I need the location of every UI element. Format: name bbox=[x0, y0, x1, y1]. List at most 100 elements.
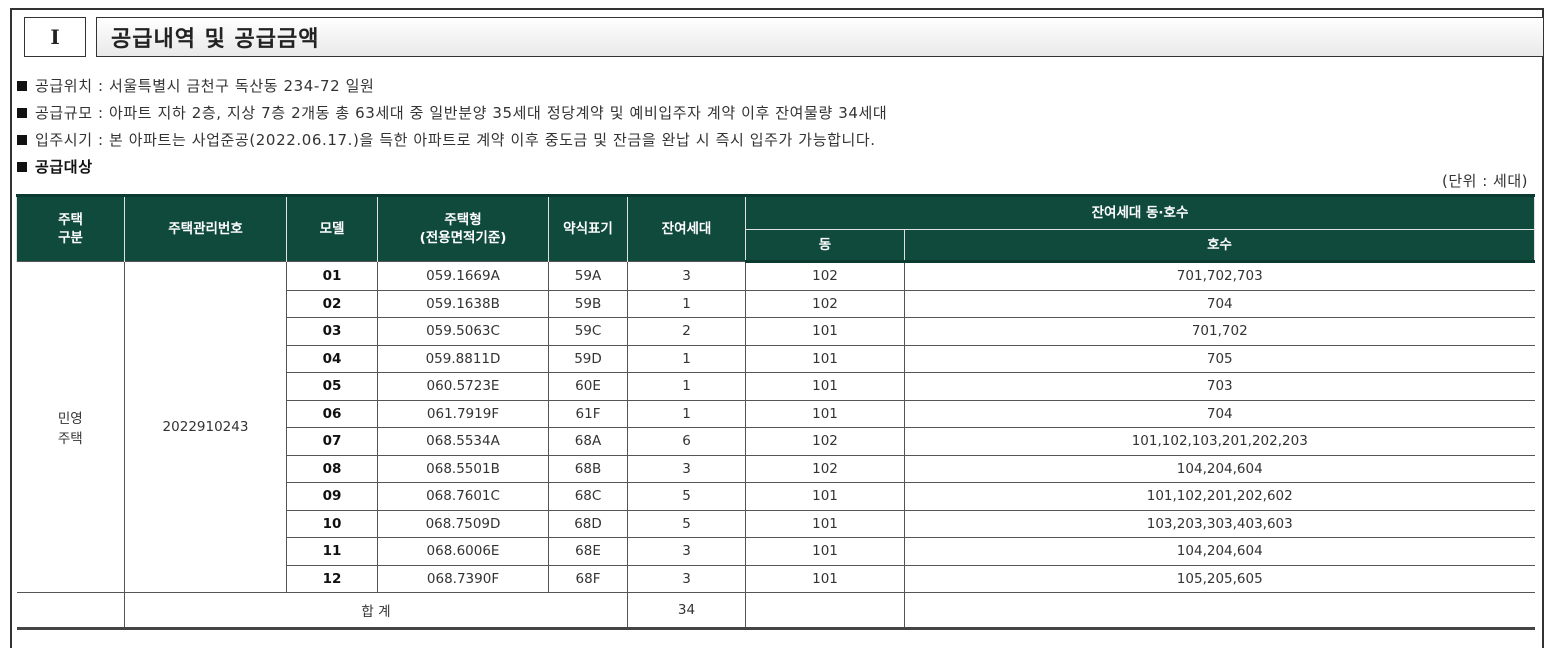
dong-cell: 102 bbox=[745, 427, 905, 456]
supply-table: 주택 구분 주택관리번호 모델 주택형 (전용면적기준) 약식표기 잔여세대 잔여세… bbox=[16, 194, 1535, 630]
abbr-cell: 59B bbox=[548, 289, 628, 318]
ho-cell: 701,702,703 bbox=[904, 261, 1535, 291]
ho-cell: 101,102,103,201,202,203 bbox=[904, 427, 1535, 456]
model-cell: 06 bbox=[286, 399, 378, 428]
total-value-cell: 34 bbox=[627, 592, 746, 630]
mgmt-no-cell: 2022910243 bbox=[124, 261, 287, 593]
section-header: I 공급내역 및 공급금액 bbox=[24, 17, 1544, 57]
header-house-type: 주택형 (전용면적기준) bbox=[377, 194, 549, 262]
section-title: 공급내역 및 공급금액 bbox=[96, 17, 1544, 57]
header-dong: 동 bbox=[745, 229, 905, 263]
dong-cell: 101 bbox=[745, 399, 905, 428]
house-type-cell: 068.7601C bbox=[377, 482, 549, 511]
remaining-cell: 3 bbox=[627, 564, 746, 593]
total-row: 합 계 34 bbox=[16, 592, 1535, 630]
header-model: 모델 bbox=[286, 194, 378, 262]
dong-cell: 102 bbox=[745, 454, 905, 483]
total-label-cell: 합 계 bbox=[124, 592, 628, 630]
remaining-cell: 1 bbox=[627, 344, 746, 373]
abbr-cell: 59D bbox=[548, 344, 628, 373]
dong-cell: 102 bbox=[745, 261, 905, 291]
house-type-cell: 068.5534A bbox=[377, 427, 549, 456]
abbr-cell: 68E bbox=[548, 537, 628, 566]
model-cell: 03 bbox=[286, 317, 378, 346]
house-type-cell: 059.5063C bbox=[377, 317, 549, 346]
dong-cell: 101 bbox=[745, 344, 905, 373]
dong-cell: 102 bbox=[745, 289, 905, 318]
header-remaining: 잔여세대 bbox=[627, 194, 746, 262]
remaining-cell: 1 bbox=[627, 289, 746, 318]
house-type-cell: 061.7919F bbox=[377, 399, 549, 428]
ho-cell: 704 bbox=[904, 289, 1535, 318]
header-mgmt-no: 주택관리번호 bbox=[124, 194, 287, 262]
house-type-cell: 059.1638B bbox=[377, 289, 549, 318]
header-remaining-units: 잔여세대 동·호수 bbox=[745, 194, 1535, 230]
square-bullet-icon bbox=[17, 134, 27, 145]
bullet-move-in: 입주시기 : 본 아파트는 사업준공(2022.06.17.)을 득한 아파트로… bbox=[17, 126, 887, 153]
remaining-cell: 6 bbox=[627, 427, 746, 456]
model-cell: 07 bbox=[286, 427, 378, 456]
abbr-cell: 59C bbox=[548, 317, 628, 346]
ho-cell: 104,204,604 bbox=[904, 454, 1535, 483]
abbr-cell: 68F bbox=[548, 564, 628, 593]
house-type-cell: 059.1669A bbox=[377, 261, 549, 291]
model-cell: 09 bbox=[286, 482, 378, 511]
abbr-cell: 68C bbox=[548, 482, 628, 511]
bullet-subheading: 공급대상 bbox=[17, 153, 887, 180]
dong-cell: 101 bbox=[745, 564, 905, 593]
ho-cell: 101,102,201,202,602 bbox=[904, 482, 1535, 511]
header-housing-category: 주택 구분 bbox=[16, 194, 125, 262]
ho-cell: 705 bbox=[904, 344, 1535, 373]
dong-cell: 101 bbox=[745, 537, 905, 566]
unit-label: (단위 : 세대) bbox=[1442, 172, 1528, 190]
total-dong-cell bbox=[745, 592, 905, 630]
house-type-cell: 060.5723E bbox=[377, 372, 549, 401]
model-cell: 10 bbox=[286, 509, 378, 538]
model-cell: 11 bbox=[286, 537, 378, 566]
section-number: I bbox=[24, 17, 86, 57]
model-cell: 04 bbox=[286, 344, 378, 373]
header-abbr: 약식표기 bbox=[548, 194, 628, 262]
info-bullets: 공급위치 : 서울특별시 금천구 독산동 234-72 일원 공급규모 : 아파… bbox=[17, 72, 887, 180]
remaining-cell: 3 bbox=[627, 537, 746, 566]
bullet-scale: 공급규모 : 아파트 지하 2층, 지상 7층 2개동 총 63세대 중 일반분… bbox=[17, 99, 887, 126]
ho-cell: 701,702 bbox=[904, 317, 1535, 346]
house-type-cell: 068.5501B bbox=[377, 454, 549, 483]
total-ho-cell bbox=[904, 592, 1535, 630]
model-cell: 05 bbox=[286, 372, 378, 401]
ho-cell: 103,203,303,403,603 bbox=[904, 509, 1535, 538]
model-cell: 08 bbox=[286, 454, 378, 483]
abbr-cell: 68D bbox=[548, 509, 628, 538]
model-cell: 12 bbox=[286, 564, 378, 593]
abbr-cell: 60E bbox=[548, 372, 628, 401]
ho-cell: 703 bbox=[904, 372, 1535, 401]
dong-cell: 101 bbox=[745, 509, 905, 538]
remaining-cell: 5 bbox=[627, 509, 746, 538]
square-bullet-icon bbox=[17, 80, 27, 91]
house-type-cell: 068.7390F bbox=[377, 564, 549, 593]
model-cell: 02 bbox=[286, 289, 378, 318]
model-cell: 01 bbox=[286, 261, 378, 291]
dong-cell: 101 bbox=[745, 482, 905, 511]
abbr-cell: 59A bbox=[548, 261, 628, 291]
house-type-cell: 059.8811D bbox=[377, 344, 549, 373]
remaining-cell: 3 bbox=[627, 454, 746, 483]
remaining-cell: 1 bbox=[627, 372, 746, 401]
remaining-cell: 2 bbox=[627, 317, 746, 346]
dong-cell: 101 bbox=[745, 372, 905, 401]
supply-target-heading: 공급대상 bbox=[35, 158, 93, 176]
header-ho: 호수 bbox=[904, 229, 1535, 263]
house-type-cell: 068.7509D bbox=[377, 509, 549, 538]
ho-cell: 704 bbox=[904, 399, 1535, 428]
square-bullet-icon bbox=[17, 161, 27, 172]
abbr-cell: 68A bbox=[548, 427, 628, 456]
dong-cell: 101 bbox=[745, 317, 905, 346]
ho-cell: 104,204,604 bbox=[904, 537, 1535, 566]
total-empty-cell bbox=[16, 592, 125, 630]
remaining-cell: 1 bbox=[627, 399, 746, 428]
ho-cell: 105,205,605 bbox=[904, 564, 1535, 593]
remaining-cell: 5 bbox=[627, 482, 746, 511]
housing-category-cell: 민영 주택 bbox=[16, 261, 125, 593]
bullet-location: 공급위치 : 서울특별시 금천구 독산동 234-72 일원 bbox=[17, 72, 887, 99]
abbr-cell: 61F bbox=[548, 399, 628, 428]
